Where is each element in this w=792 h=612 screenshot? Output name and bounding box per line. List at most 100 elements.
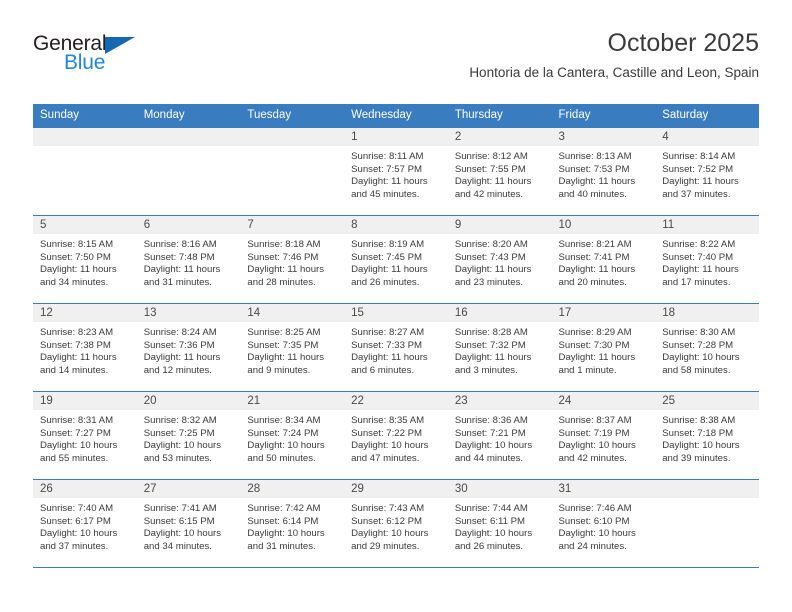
day-cell[interactable]: 26 Sunrise: 7:40 AM Sunset: 6:17 PM Dayligh…	[33, 479, 137, 568]
sunset-text: Sunset: 6:12 PM	[351, 515, 423, 527]
sunrise-text: Sunrise: 8:15 AM	[40, 239, 114, 250]
day-cell[interactable]: 20 Sunrise: 8:32 AM Sunset: 7:25 PM Dayligh…	[136, 391, 241, 480]
sunrise-text: Sunrise: 8:12 AM	[454, 151, 528, 162]
day-cell[interactable]: 5 Sunrise: 8:15 AM Sunset: 7:50 PM Daylight…	[33, 215, 137, 304]
day-cell[interactable]: 9 Sunrise: 8:20 AM Sunset: 7:43 PM Daylight…	[447, 215, 552, 304]
day-cell[interactable]: 21 Sunrise: 8:34 AM Sunset: 7:24 PM Dayligh…	[240, 391, 345, 480]
day-details: Sunrise: 7:42 AM Sunset: 6:14 PM Daylight:…	[240, 498, 344, 553]
daylight-text-line2: and 31 minutes.	[143, 276, 212, 288]
daylight-text-line1: Daylight: 11 hours	[247, 352, 325, 364]
daylight-text-line2: and 3 minutes.	[454, 364, 518, 376]
day-cell[interactable]: 18 Sunrise: 8:30 AM Sunset: 7:28 PM Dayligh…	[655, 303, 759, 392]
day-number	[33, 128, 137, 146]
daylight-text-line1: Daylight: 10 hours	[143, 440, 222, 452]
day-number: 23	[447, 392, 552, 410]
daylight-text-line1: Daylight: 10 hours	[247, 528, 325, 540]
day-cell[interactable]: 19 Sunrise: 8:31 AM Sunset: 7:27 PM Dayligh…	[33, 391, 137, 480]
calendar-body: 1 Sunrise: 8:11 AM Sunset: 7:57 PM Daylight…	[33, 127, 759, 568]
day-cell[interactable]: 1 Sunrise: 8:11 AM Sunset: 7:57 PM Daylight…	[344, 127, 448, 216]
day-number: 12	[33, 304, 137, 322]
day-cell[interactable]: 2 Sunrise: 8:12 AM Sunset: 7:55 PM Daylight…	[447, 127, 552, 216]
daylight-text-line2: and 44 minutes.	[454, 452, 524, 464]
logo-text-blue: Blue	[64, 51, 106, 74]
daylight-text-line1: Daylight: 10 hours	[143, 528, 222, 540]
sunrise-text: Sunrise: 8:32 AM	[143, 415, 217, 426]
sunrise-text: Sunrise: 7:46 AM	[558, 503, 632, 514]
day-cell[interactable]: 28 Sunrise: 7:42 AM Sunset: 6:14 PM Dayligh…	[240, 479, 345, 568]
day-cell[interactable]: 24 Sunrise: 8:37 AM Sunset: 7:19 PM Dayligh…	[551, 391, 656, 480]
day-cell[interactable]: 29 Sunrise: 7:43 AM Sunset: 6:12 PM Dayligh…	[344, 479, 448, 568]
day-details: Sunrise: 8:18 AM Sunset: 7:46 PM Daylight:…	[240, 234, 344, 289]
day-cell[interactable]: 11 Sunrise: 8:22 AM Sunset: 7:40 PM Dayligh…	[655, 215, 759, 304]
day-cell[interactable]: 22 Sunrise: 8:35 AM Sunset: 7:22 PM Dayligh…	[344, 391, 448, 480]
day-cell[interactable]: 27 Sunrise: 7:41 AM Sunset: 6:15 PM Dayligh…	[136, 479, 241, 568]
day-number: 6	[136, 216, 241, 234]
sunrise-text: Sunrise: 8:38 AM	[662, 415, 736, 426]
sunset-text: Sunset: 7:21 PM	[454, 427, 526, 439]
daylight-text-line1: Daylight: 10 hours	[454, 440, 533, 452]
sunrise-text: Sunrise: 8:37 AM	[558, 415, 632, 426]
sunset-text: Sunset: 7:41 PM	[558, 251, 630, 263]
sunrise-text: Sunrise: 8:24 AM	[143, 327, 217, 338]
daylight-text-line1: Daylight: 10 hours	[247, 440, 325, 452]
day-details: Sunrise: 8:13 AM Sunset: 7:53 PM Daylight:…	[552, 146, 656, 201]
sunrise-text: Sunrise: 8:35 AM	[351, 415, 425, 426]
day-cell[interactable]: 17 Sunrise: 8:29 AM Sunset: 7:30 PM Dayligh…	[551, 303, 656, 392]
daylight-text-line2: and 42 minutes.	[558, 452, 627, 464]
day-details: Sunrise: 8:32 AM Sunset: 7:25 PM Daylight:…	[137, 410, 241, 465]
day-cell[interactable]: 14 Sunrise: 8:25 AM Sunset: 7:35 PM Dayligh…	[240, 303, 345, 392]
sunrise-text: Sunrise: 8:25 AM	[247, 327, 321, 338]
sunset-text: Sunset: 7:46 PM	[247, 251, 319, 263]
day-number: 15	[344, 304, 448, 322]
sunset-text: Sunset: 7:36 PM	[143, 339, 215, 351]
day-cell[interactable]: 12 Sunrise: 8:23 AM Sunset: 7:38 PM Dayligh…	[33, 303, 137, 392]
daylight-text-line2: and 31 minutes.	[247, 540, 316, 552]
daylight-text-line2: and 28 minutes.	[247, 276, 316, 288]
daylight-text-line1: Daylight: 11 hours	[662, 264, 739, 276]
day-details: Sunrise: 7:46 AM Sunset: 6:10 PM Daylight:…	[552, 498, 656, 553]
day-cell[interactable]: 8 Sunrise: 8:19 AM Sunset: 7:45 PM Daylight…	[344, 215, 448, 304]
day-cell[interactable]: 10 Sunrise: 8:21 AM Sunset: 7:41 PM Dayligh…	[551, 215, 656, 304]
day-number: 7	[240, 216, 345, 234]
sunset-text: Sunset: 7:50 PM	[40, 251, 111, 263]
sunrise-text: Sunrise: 8:18 AM	[247, 239, 321, 250]
daylight-text-line1: Daylight: 10 hours	[454, 528, 533, 540]
sunrise-text: Sunrise: 8:13 AM	[558, 151, 632, 162]
day-number: 1	[344, 128, 448, 146]
daylight-text-line1: Daylight: 11 hours	[558, 264, 636, 276]
day-cell[interactable]: 13 Sunrise: 8:24 AM Sunset: 7:36 PM Dayligh…	[136, 303, 241, 392]
day-number: 9	[447, 216, 552, 234]
daylight-text-line1: Daylight: 11 hours	[662, 176, 739, 188]
weekday-header-wednesday: Wednesday	[344, 104, 448, 128]
sunrise-text: Sunrise: 8:22 AM	[662, 239, 736, 250]
daylight-text-line2: and 37 minutes.	[40, 540, 109, 552]
day-cell[interactable]: 23 Sunrise: 8:36 AM Sunset: 7:21 PM Dayligh…	[447, 391, 552, 480]
day-number: 13	[136, 304, 241, 322]
calendar-week-row: 19 Sunrise: 8:31 AM Sunset: 7:27 PM Dayligh…	[33, 391, 759, 480]
general-blue-logo[interactable]: General Blue	[33, 32, 163, 84]
day-cell-empty	[136, 127, 241, 216]
sunrise-text: Sunrise: 7:43 AM	[351, 503, 425, 514]
sunset-text: Sunset: 6:17 PM	[40, 515, 111, 527]
daylight-text-line1: Daylight: 10 hours	[662, 352, 740, 364]
daylight-text-line1: Daylight: 10 hours	[351, 528, 429, 540]
page-header: General Blue October 2025 Hontoria de la…	[33, 28, 759, 94]
day-cell[interactable]: 15 Sunrise: 8:27 AM Sunset: 7:33 PM Dayligh…	[344, 303, 448, 392]
day-details: Sunrise: 8:12 AM Sunset: 7:55 PM Daylight:…	[448, 146, 552, 201]
day-cell[interactable]: 3 Sunrise: 8:13 AM Sunset: 7:53 PM Daylight…	[551, 127, 656, 216]
daylight-text-line2: and 39 minutes.	[662, 452, 731, 464]
day-cell[interactable]: 25 Sunrise: 8:38 AM Sunset: 7:18 PM Dayligh…	[655, 391, 759, 480]
day-details: Sunrise: 8:15 AM Sunset: 7:50 PM Daylight:…	[33, 234, 137, 289]
day-number: 21	[240, 392, 345, 410]
day-cell[interactable]: 6 Sunrise: 8:16 AM Sunset: 7:48 PM Daylight…	[136, 215, 241, 304]
day-cell[interactable]: 31 Sunrise: 7:46 AM Sunset: 6:10 PM Dayligh…	[551, 479, 656, 568]
day-number: 26	[33, 480, 137, 498]
day-cell[interactable]: 7 Sunrise: 8:18 AM Sunset: 7:46 PM Daylight…	[240, 215, 345, 304]
sunset-text: Sunset: 7:33 PM	[351, 339, 423, 351]
sunrise-text: Sunrise: 8:20 AM	[454, 239, 528, 250]
day-cell[interactable]: 16 Sunrise: 8:28 AM Sunset: 7:32 PM Dayligh…	[447, 303, 552, 392]
day-cell[interactable]: 30 Sunrise: 7:44 AM Sunset: 6:11 PM Dayligh…	[447, 479, 552, 568]
day-cell[interactable]: 4 Sunrise: 8:14 AM Sunset: 7:52 PM Daylight…	[655, 127, 759, 216]
day-number: 16	[447, 304, 552, 322]
daylight-text-line2: and 55 minutes.	[40, 452, 109, 464]
